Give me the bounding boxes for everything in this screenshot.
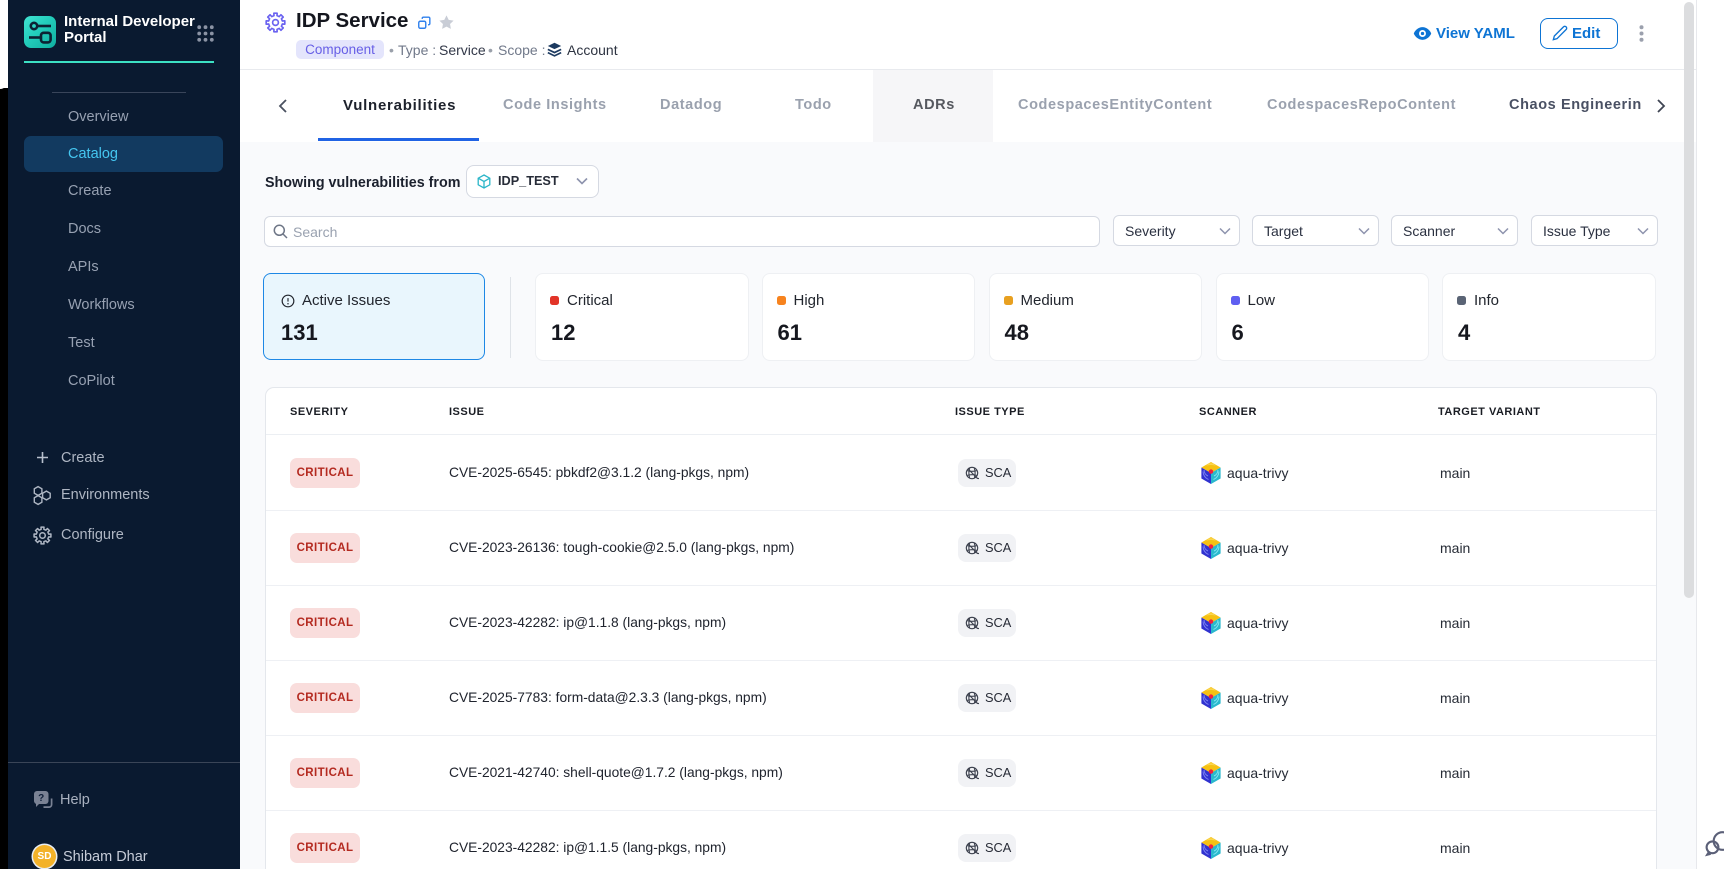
svg-text:?: ?: [38, 793, 44, 804]
